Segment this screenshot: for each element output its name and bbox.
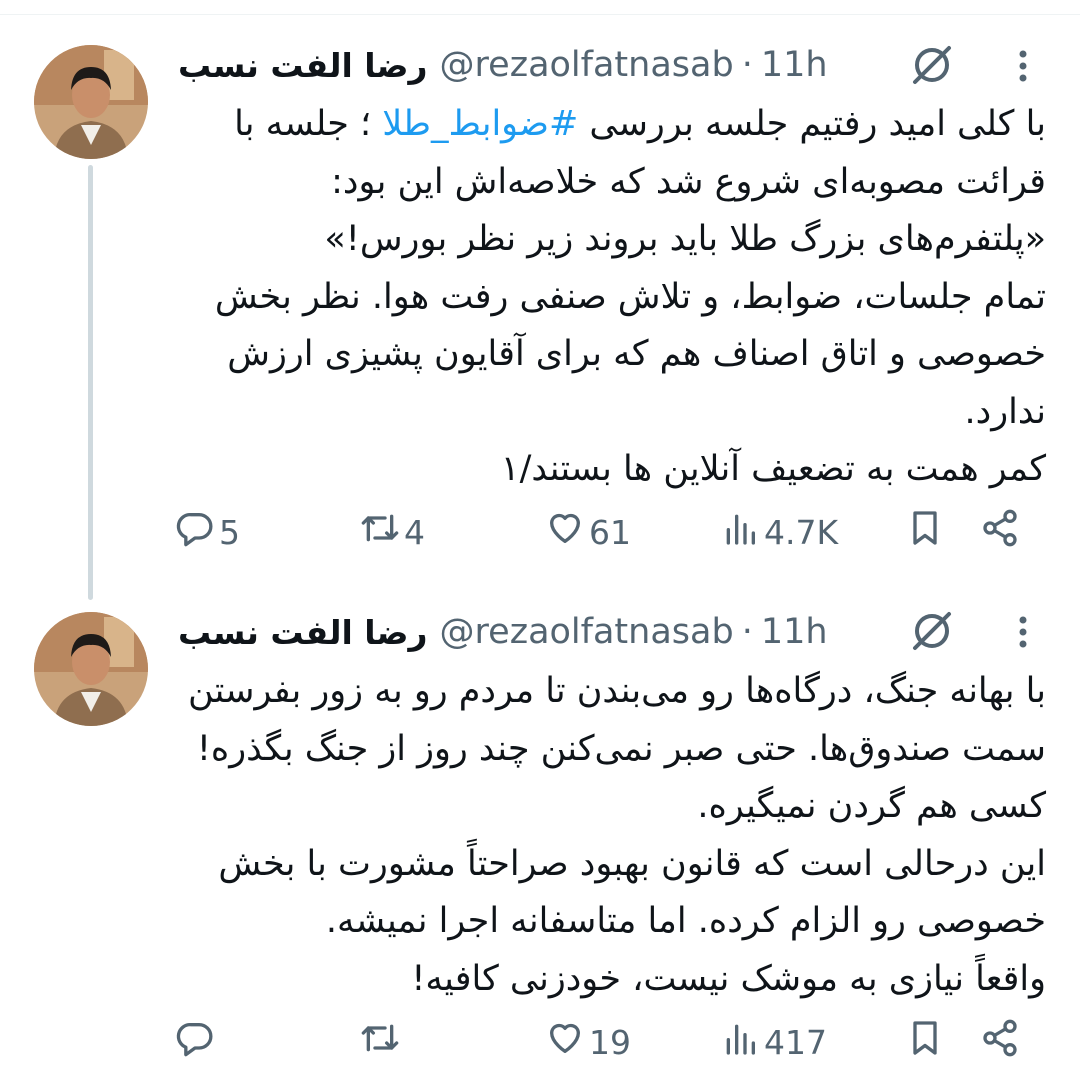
reply-count: 5: [219, 512, 240, 552]
like-button[interactable]: 61: [545, 502, 631, 562]
more-icon[interactable]: [1008, 46, 1038, 86]
views-button[interactable]: 417: [720, 1012, 827, 1072]
author-avatar[interactable]: [34, 612, 148, 726]
tweet-text: با کلی امید رفتیم جلسه بررسی #ضوابط_طلا …: [178, 96, 1046, 499]
retweet-icon: [360, 508, 400, 556]
bookmark-icon: [905, 1018, 945, 1066]
reply-button[interactable]: 5: [175, 502, 240, 562]
like-button[interactable]: 19: [545, 1012, 631, 1072]
author-handle[interactable]: @rezaolfatnasab: [440, 45, 734, 85]
grok-icon[interactable]: [905, 38, 959, 92]
tweet-text-line: ندارد.: [964, 391, 1046, 432]
heart-icon: [545, 1018, 585, 1066]
tweet-text-line: تمام جلسات، ضوابط، و تلاش صنفی رفت هوا. …: [214, 276, 1046, 317]
view-count: 417: [764, 1022, 827, 1062]
views-icon: [720, 508, 760, 556]
tweet-timestamp[interactable]: 11h: [761, 612, 828, 652]
retweet-button[interactable]: 4: [360, 502, 425, 562]
author-name[interactable]: رضا الفت نسب: [178, 613, 428, 652]
view-count: 4.7K: [764, 512, 839, 552]
retweet-icon: [360, 1018, 400, 1066]
heart-icon: [545, 508, 585, 556]
tweet-timestamp[interactable]: 11h: [761, 45, 828, 85]
hashtag-link[interactable]: #ضوابط_طلا: [382, 104, 578, 144]
reply-button[interactable]: [175, 1012, 219, 1072]
reply-icon: [175, 1018, 215, 1066]
tweet-text-line: کسی هم گردن نمیگیره.: [697, 786, 1046, 826]
views-button[interactable]: 4.7K: [720, 502, 838, 562]
retweet-count: 4: [404, 512, 425, 552]
views-icon: [720, 1018, 760, 1066]
tweet-text-line: واقعاً نیازی به موشک نیست، خودزنی کافیه!: [411, 958, 1046, 999]
tweet-text-line: خصوصی و اتاق اصناف هم که برای آقایون پشی…: [227, 334, 1046, 374]
bookmark-icon: [905, 508, 945, 556]
tweet-text-line: قرائت مصوبه‌ای شروع شد که خلاصه‌اش این ب…: [331, 161, 1046, 202]
top-divider: [0, 14, 1080, 15]
share-icon: [980, 508, 1020, 556]
like-count: 61: [589, 512, 631, 552]
share-button[interactable]: [980, 1012, 1020, 1072]
header-separator: ·: [741, 612, 753, 652]
tweet-text-line: «پلتفرم‌های بزرگ طلا باید بروند زیر نظر …: [324, 219, 1046, 259]
grok-icon[interactable]: [905, 604, 959, 658]
bookmark-button[interactable]: [905, 1012, 945, 1072]
tweet-text-line: با کلی امید رفتیم جلسه بررسی #ضوابط_طلا …: [234, 104, 1046, 144]
header-separator: ·: [741, 45, 753, 85]
author-avatar[interactable]: [34, 45, 148, 159]
author-name[interactable]: رضا الفت نسب: [178, 46, 428, 85]
retweet-button[interactable]: [360, 1012, 404, 1072]
reply-icon: [175, 508, 215, 556]
tweet-header: رضا الفت نسب @rezaolfatnasab · 11h: [178, 607, 960, 657]
like-count: 19: [589, 1022, 631, 1062]
share-icon: [980, 1018, 1020, 1066]
author-handle[interactable]: @rezaolfatnasab: [440, 612, 734, 652]
tweet-header: رضا الفت نسب @rezaolfatnasab · 11h: [178, 40, 960, 90]
tweet-actions: 19 417: [170, 1012, 1030, 1072]
tweet-text-line: کمر همت به تضعیف آنلاین ها بستند/۱: [500, 449, 1046, 489]
tweet-text-line: خصوصی رو الزام کرده. اما متاسفانه اجرا ن…: [325, 901, 1046, 941]
tweet-actions: 5 4 61 4.7K: [170, 502, 1030, 562]
tweet-text: با بهانه جنگ، درگاه‌ها رو می‌بندن تا مرد…: [178, 663, 1046, 1008]
tweet-text-line: با بهانه جنگ، درگاه‌ها رو می‌بندن تا مرد…: [187, 671, 1046, 711]
thread-connector-line: [88, 165, 93, 600]
tweet-text-line: سمت صندوق‌ها. حتی صبر نمی‌کنن چند روز از…: [196, 728, 1046, 769]
share-button[interactable]: [980, 502, 1020, 562]
bookmark-button[interactable]: [905, 502, 945, 562]
tweet-text-line: این درحالی است که قانون بهبود صراحتاً مش…: [218, 843, 1046, 884]
more-icon[interactable]: [1008, 612, 1038, 652]
